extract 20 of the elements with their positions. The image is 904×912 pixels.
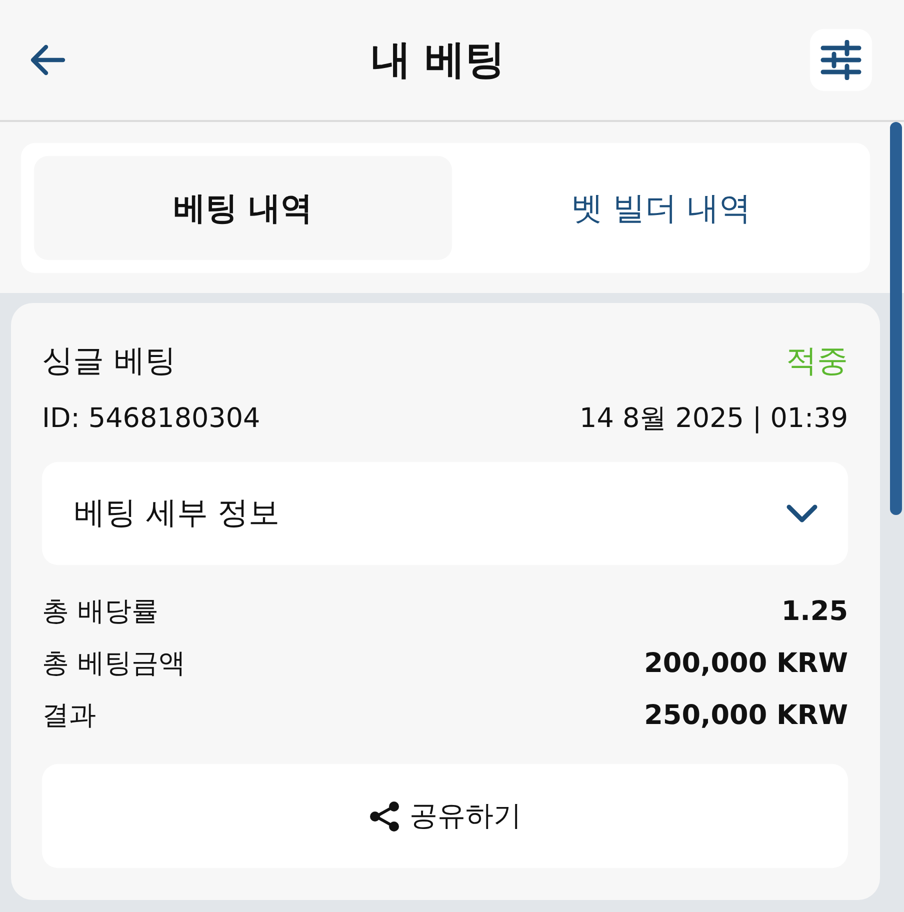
bet-date: 14 8월 2025 | 01:39 — [580, 402, 848, 436]
bet-status: 적중 — [786, 342, 848, 381]
details-dropdown[interactable]: 베팅 세부 정보 — [42, 462, 848, 565]
page-title: 내 베팅 — [371, 36, 505, 84]
filter-sliders-button[interactable] — [810, 29, 872, 91]
summary-value: 200,000 KRW — [644, 646, 848, 681]
back-arrow-icon[interactable] — [30, 44, 66, 76]
scrollbar-thumb[interactable] — [890, 122, 902, 515]
summary-label: 결과 — [42, 698, 96, 733]
chevron-down-icon — [786, 504, 818, 524]
tab[interactable]: 벳 빌더 내역 — [452, 156, 870, 260]
bet-type: 싱글 베팅 — [42, 342, 176, 381]
share-icon — [368, 800, 400, 832]
summary-value: 250,000 KRW — [644, 698, 848, 733]
summary-label: 총 배당률 — [42, 594, 159, 629]
tab[interactable]: 베팅 내역 — [34, 156, 452, 260]
summary-label: 총 베팅금액 — [42, 646, 186, 681]
bet-id: ID: 5468180304 — [42, 402, 260, 436]
summary-value: 1.25 — [781, 594, 848, 629]
share-button[interactable]: 공유하기 — [42, 764, 848, 868]
